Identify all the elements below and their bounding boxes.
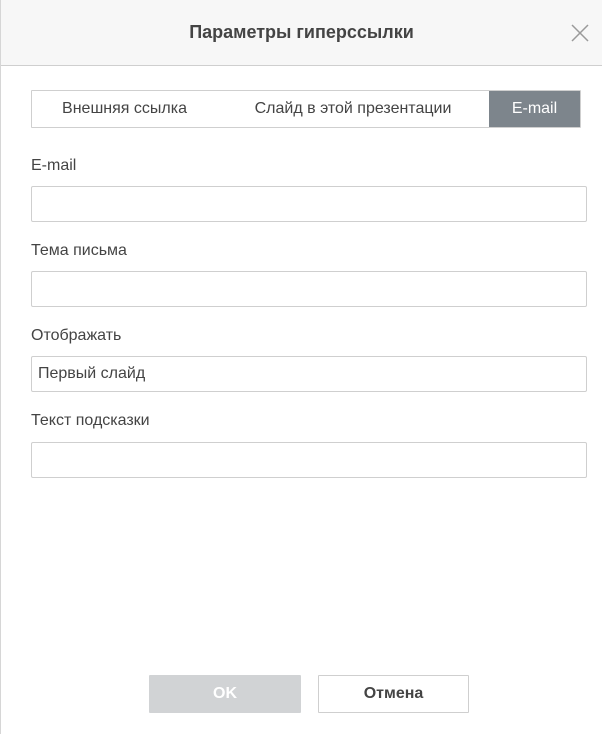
close-icon xyxy=(571,24,589,42)
tab-slide-in-presentation[interactable]: Слайд в этой презентации xyxy=(217,91,489,127)
close-button[interactable] xyxy=(568,21,592,45)
tab-email[interactable]: E-mail xyxy=(489,91,580,127)
subject-field[interactable] xyxy=(31,271,587,307)
subject-label: Тема письма xyxy=(31,242,127,259)
display-text-field[interactable] xyxy=(31,356,587,392)
dialog-title: Параметры гиперссылки xyxy=(189,22,414,42)
ok-button[interactable]: OK xyxy=(149,675,301,713)
hyperlink-settings-dialog: Параметры гиперссылки Внешняя ссылка Сла… xyxy=(0,0,602,734)
display-label: Отображать xyxy=(31,327,122,344)
link-type-tabs: Внешняя ссылка Слайд в этой презентации … xyxy=(31,90,581,128)
email-label: E-mail xyxy=(31,157,77,174)
tooltip-label: Текст подсказки xyxy=(31,412,150,429)
tooltip-text-field[interactable] xyxy=(31,442,587,478)
dialog-header: Параметры гиперссылки xyxy=(1,0,602,66)
email-field[interactable] xyxy=(31,186,587,222)
cancel-button[interactable]: Отмена xyxy=(318,675,469,713)
tab-external-link[interactable]: Внешняя ссылка xyxy=(32,91,217,127)
